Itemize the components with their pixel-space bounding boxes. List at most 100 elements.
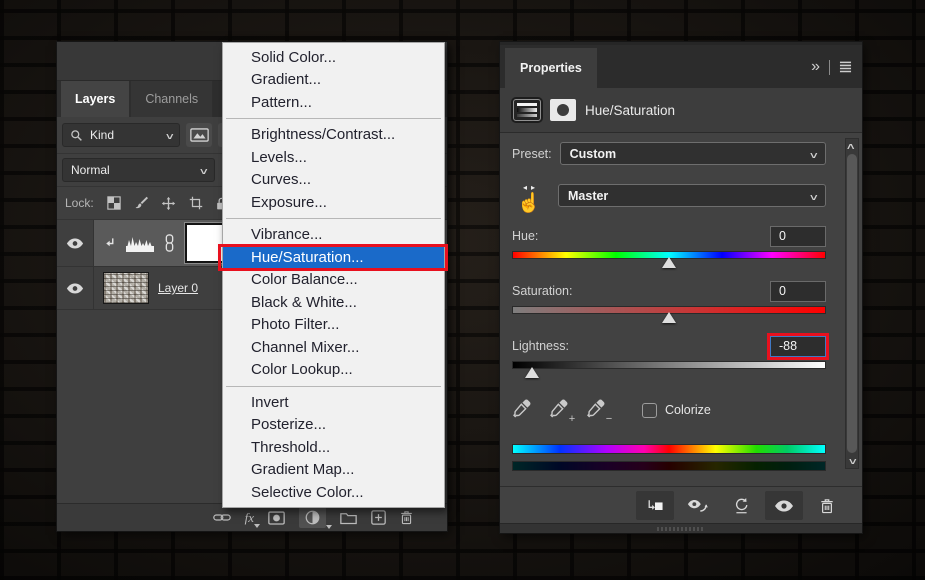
preset-select[interactable]: Custom <box>559 142 826 165</box>
eyedropper-icon[interactable] <box>512 398 536 422</box>
blend-mode-value: Normal <box>71 163 110 177</box>
layer-thumbnail[interactable] <box>103 272 149 304</box>
eye-icon <box>66 237 84 250</box>
hue-saturation-adjustment-icon <box>513 99 541 121</box>
menu-item[interactable]: Invert <box>223 391 444 414</box>
menu-item[interactable]: Selective Color... <box>223 481 444 504</box>
menu-separator <box>223 381 444 391</box>
plus-sign <box>569 413 575 425</box>
menu-item[interactable]: Solid Color... <box>223 46 444 69</box>
panel-resize-grip[interactable] <box>500 523 862 533</box>
search-icon <box>70 129 83 142</box>
reset-adjustment-button[interactable] <box>722 491 760 520</box>
layer-visibility-toggle[interactable] <box>57 220 94 266</box>
scrollbar[interactable] <box>845 138 859 469</box>
filter-kind-select[interactable]: Kind <box>62 123 180 147</box>
lock-label: Lock: <box>65 196 94 210</box>
lock-transparency-icon[interactable] <box>106 196 121 210</box>
menu-item[interactable]: Curves... <box>223 169 444 192</box>
link-layers-button[interactable] <box>212 512 231 523</box>
saturation-slider-group: Saturation: 0 <box>512 280 826 323</box>
mask-link-icon[interactable] <box>164 234 175 252</box>
menu-item[interactable]: Black & White... <box>223 291 444 314</box>
tab-properties[interactable]: Properties <box>505 48 597 88</box>
grip-dots-icon <box>657 526 705 531</box>
lock-paint-brush-icon[interactable] <box>134 196 148 210</box>
lightness-value-input[interactable]: -88 <box>767 332 829 360</box>
colorize-control: Colorize <box>642 402 711 418</box>
hue-slider-track[interactable] <box>512 251 826 268</box>
channel-row: Master <box>512 178 826 213</box>
targeted-adjustment-tool-icon[interactable] <box>512 178 546 213</box>
menu-item[interactable]: Color Balance... <box>223 269 444 292</box>
eyedropper-add-icon[interactable] <box>549 398 573 422</box>
layer-name[interactable]: Layer 0 <box>158 281 198 295</box>
lock-position-move-icon[interactable] <box>161 196 176 211</box>
eyedropper-row: Colorize <box>512 398 826 422</box>
panel-menu-icon[interactable] <box>839 61 852 73</box>
hue-slider-thumb[interactable] <box>662 257 676 268</box>
adjustment-title: Hue/Saturation <box>585 102 676 118</box>
tab-channels[interactable]: Channels <box>131 81 213 117</box>
menu-item[interactable]: Gradient... <box>223 69 444 92</box>
saturation-slider-thumb[interactable] <box>662 312 676 323</box>
eyedropper-subtract-icon[interactable] <box>586 398 610 422</box>
annotation-red-box <box>767 332 829 360</box>
view-previous-state-button[interactable] <box>679 491 717 520</box>
lock-artboard-icon[interactable] <box>189 196 203 210</box>
menu-item[interactable]: Photo Filter... <box>223 314 444 337</box>
preset-value: Custom <box>569 146 617 161</box>
delete-layer-button[interactable] <box>400 510 413 525</box>
delete-adjustment-button[interactable] <box>808 491 846 520</box>
menu-item[interactable]: Channel Mixer... <box>223 336 444 359</box>
chevron-down-icon <box>166 128 172 142</box>
menu-item[interactable]: Threshold... <box>223 436 444 459</box>
chevron-down-icon <box>810 147 816 161</box>
menu-separator <box>223 214 444 224</box>
brick-background: Layers Channels Kind > Normal > Lock: La… <box>0 0 925 580</box>
add-layer-mask-button[interactable] <box>268 510 285 525</box>
menu-item-label: Brightness/Contrast... <box>251 126 396 144</box>
new-adjustment-layer-button[interactable] <box>299 507 332 529</box>
collapse-panel-icon[interactable] <box>811 58 820 76</box>
menu-item[interactable]: Levels... <box>223 146 444 169</box>
filter-pixel-layers-button[interactable] <box>186 123 212 147</box>
menu-item[interactable]: Gradient Map... <box>223 459 444 482</box>
menu-item[interactable]: Brightness/Contrast... <box>223 124 444 147</box>
scrollbar-thumb[interactable] <box>847 154 857 453</box>
colorize-checkbox[interactable] <box>642 402 657 418</box>
menu-item[interactable]: Pattern... <box>223 91 444 114</box>
saturation-value-input[interactable]: 0 <box>770 280 826 302</box>
saturation-slider-track[interactable] <box>512 306 826 323</box>
hue-value-input[interactable]: 0 <box>770 225 826 247</box>
hue-label: Hue: <box>512 229 539 243</box>
menu-item-label: Threshold... <box>251 438 331 456</box>
menu-item[interactable]: Color Lookup... <box>223 359 444 382</box>
menu-item[interactable]: Hue/Saturation... <box>218 244 448 271</box>
menu-item[interactable]: Exposure... <box>223 191 444 214</box>
scroll-up-icon[interactable] <box>846 139 858 153</box>
blend-mode-select[interactable]: Normal <box>62 158 215 182</box>
scroll-down-icon[interactable] <box>846 454 858 468</box>
lightness-slider-thumb[interactable] <box>524 367 539 378</box>
lightness-slider-track[interactable] <box>512 361 826 378</box>
layer-style-fx-button[interactable] <box>245 509 260 528</box>
adjustment-header-row: Hue/Saturation <box>500 88 862 133</box>
layer-visibility-toggle[interactable] <box>57 267 94 309</box>
menu-separator <box>223 114 444 124</box>
menu-item-label: Channel Mixer... <box>251 338 360 356</box>
toggle-visibility-button[interactable] <box>765 491 803 520</box>
new-group-button[interactable] <box>340 511 357 525</box>
spectrum-ramp-before <box>512 444 826 454</box>
menu-item-label: Gradient Map... <box>251 461 355 479</box>
mask-icon[interactable] <box>550 99 576 121</box>
clip-to-layer-button[interactable] <box>636 491 674 520</box>
menu-item-label: Hue/Saturation... <box>251 248 364 266</box>
new-layer-button[interactable] <box>371 510 386 525</box>
menu-item[interactable]: Posterize... <box>223 414 444 437</box>
tab-layers[interactable]: Layers <box>61 81 130 117</box>
menu-item-label: Levels... <box>251 148 307 166</box>
adjustment-layer-menu: Solid Color... Gradient... Pattern... Br… <box>218 42 448 508</box>
menu-item[interactable]: Vibrance... <box>223 224 444 247</box>
channel-select[interactable]: Master <box>558 184 826 207</box>
